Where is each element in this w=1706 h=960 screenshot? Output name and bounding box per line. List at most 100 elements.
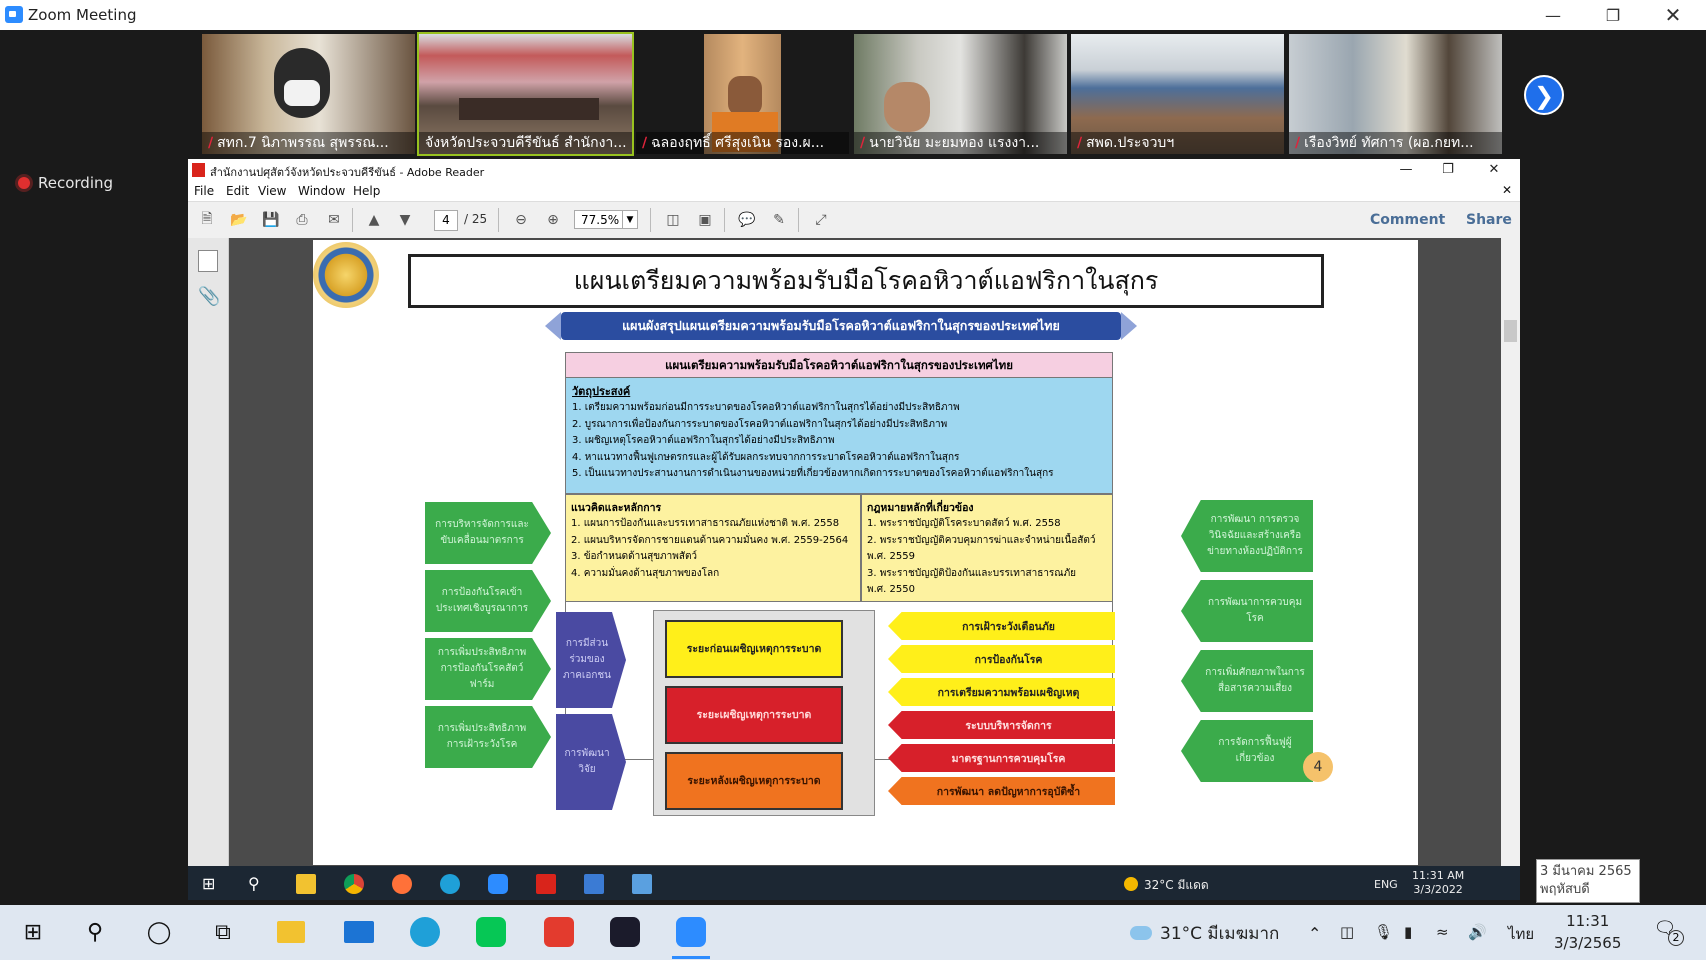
pages-panel-icon[interactable] xyxy=(198,250,218,272)
next-page-icon[interactable]: ▼ xyxy=(394,210,416,230)
reader-minimize-icon[interactable]: — xyxy=(1386,159,1426,181)
previous-page-icon[interactable]: ▲ xyxy=(363,210,385,230)
fit-width-icon[interactable]: ◫ xyxy=(662,210,684,230)
shared-screen-taskbar xyxy=(188,866,1520,900)
inner-clock: 11:31 AM 3/3/2022 xyxy=(1412,869,1465,896)
measure-arrow: การเฝ้าระวังเตือนภัย xyxy=(888,612,1115,640)
menu-file[interactable]: File xyxy=(194,184,214,198)
navigation-pane: 📎 xyxy=(188,238,229,866)
share-button[interactable]: Share xyxy=(1466,212,1512,228)
print-icon[interactable]: ⎙ xyxy=(291,210,313,230)
vertical-scrollbar[interactable] xyxy=(1501,238,1520,866)
menu-help[interactable]: Help xyxy=(353,184,380,198)
law-item: 1. พระราชบัญญัติโรคระบาดสัตว์ พ.ศ. 2558 xyxy=(867,518,1061,529)
photos-icon xyxy=(632,874,652,894)
system-clock[interactable]: 11:31 3/3/2565 xyxy=(1554,910,1621,954)
menu-window[interactable]: Window xyxy=(298,184,345,198)
objectives-title: วัตถุประสงค์ xyxy=(572,385,631,398)
concept-item: 3. ข้อกำหนดด้านสุขภาพสัตว์ xyxy=(571,551,698,562)
line-app-button[interactable] xyxy=(472,913,510,951)
microphone-icon[interactable]: 🎙 xyxy=(1374,923,1393,941)
objective-item: 5. เป็นแนวทางประสานงานการดำเนินงานของหน่… xyxy=(572,468,1054,479)
window-title: Zoom Meeting xyxy=(28,6,137,24)
battery-icon[interactable]: ▮ xyxy=(1404,923,1412,941)
strategy-arrow-left: การป้องกันโรคเข้าประเทศเชิงบูรณาการ xyxy=(425,570,551,632)
recording-label: Recording xyxy=(38,174,114,192)
strategy-arrow-left: การเพิ่มประสิทธิภาพการป้องกันโรคสัตว์ฟาร… xyxy=(425,638,551,700)
webex-button[interactable] xyxy=(606,913,644,951)
participant-face xyxy=(728,76,762,116)
strategy-arrow-right: การพัฒนาการควบคุมโรค xyxy=(1181,580,1313,642)
wps-office-button[interactable] xyxy=(540,913,578,951)
zoom-taskbar-button[interactable] xyxy=(672,913,710,951)
laws-section: กฎหมายหลักที่เกี่ยวข้อง 1. พระราชบัญญัติ… xyxy=(861,494,1113,602)
open-icon[interactable]: 📂 xyxy=(228,210,250,230)
notification-center-icon[interactable]: 🗨 2 xyxy=(1650,918,1684,946)
file-explorer-button[interactable] xyxy=(272,913,310,951)
menu-view[interactable]: View xyxy=(258,184,286,198)
reader-restore-icon[interactable]: ❐ xyxy=(1428,159,1468,181)
date-tooltip: 3 มีนาคม 2565 พฤหัสบดี xyxy=(1536,859,1640,903)
next-page-arrow-icon[interactable]: ❯ xyxy=(1524,75,1564,115)
fit-page-icon[interactable]: ▣ xyxy=(694,210,716,230)
task-view-icon[interactable]: ⧉ xyxy=(204,913,242,951)
attachments-icon[interactable]: 📎 xyxy=(198,286,220,307)
pdf-icon xyxy=(192,163,205,177)
participant-video-3[interactable]: ∕ ฉลองฤทธิ์ ศรีสุงเนิน รอง.ผ... xyxy=(636,34,849,154)
phase-before-outbreak: ระยะก่อนเผชิญเหตุการระบาด xyxy=(665,620,843,678)
close-icon[interactable]: ✕ xyxy=(1650,0,1696,30)
minimize-icon[interactable]: — xyxy=(1530,0,1576,30)
participant-video-6[interactable]: ∕ เรืองวิทย์ ทัศการ (ผอ.กยท... xyxy=(1289,34,1502,154)
meeting-table xyxy=(459,98,599,120)
edge-icon xyxy=(440,874,460,894)
windows-taskbar xyxy=(0,905,1706,960)
reader-close-icon[interactable]: ✕ xyxy=(1474,159,1514,181)
participant-video-2[interactable]: จังหวัดประจวบคีรีขันธ์ สำนักงา... xyxy=(417,32,634,156)
search-button[interactable]: ⚲ xyxy=(76,913,114,951)
restore-icon[interactable]: ❐ xyxy=(1590,0,1636,30)
page-total: / 25 xyxy=(464,212,488,226)
concept-item: 4. ความมั่นคงด้านสุขภาพของโลก xyxy=(571,567,720,579)
cortana-icon[interactable]: ◯ xyxy=(140,913,178,951)
participant-video-5[interactable]: ∕ สพด.ประจวบฯ xyxy=(1071,34,1284,154)
volume-icon[interactable]: 🔊 xyxy=(1468,923,1487,941)
pdf-page: แผนเตรียมความพร้อมรับมือโรคอหิวาต์แอฟริก… xyxy=(313,240,1418,865)
fullscreen-icon[interactable]: ⤢ xyxy=(810,210,832,230)
sun-icon xyxy=(1124,877,1138,891)
page-number-input[interactable]: 4 xyxy=(434,210,458,231)
strategy-arrow-right: การจัดการฟื้นฟูผู้เกี่ยวข้อง xyxy=(1181,720,1313,782)
wifi-icon[interactable]: ≈ xyxy=(1436,923,1449,941)
menu-edit[interactable]: Edit xyxy=(226,184,249,198)
language-indicator[interactable]: ไทย xyxy=(1508,922,1534,946)
participant-video-4[interactable]: ∕ นายวินัย มะยมทอง แรงงา... xyxy=(854,34,1067,154)
scrollbar-thumb[interactable] xyxy=(1504,320,1517,342)
mail-button[interactable] xyxy=(340,913,378,951)
strategy-arrow-left: การเพิ่มประสิทธิภาพการเฝ้าระวังโรค xyxy=(425,706,551,768)
zoom-in-icon[interactable]: ⊕ xyxy=(542,210,564,230)
law-item: 3. พระราชบัญญัติป้องกันและบรรเทาสาธารณภั… xyxy=(867,567,1077,579)
close-document-icon[interactable]: ✕ xyxy=(1502,183,1512,197)
strategy-arrow-left: การบริหารจัดการและขับเคลื่อนมาตรการ xyxy=(425,502,551,564)
app-window-icon xyxy=(584,874,604,894)
weather-widget: 32°C มีแดด xyxy=(1124,876,1209,895)
chevron-up-icon[interactable]: ⌃ xyxy=(1308,924,1321,943)
objective-item: 3. เผชิญเหตุโรคอหิวาต์แอฟริกาในสุกรได้อย… xyxy=(572,435,835,446)
measure-arrow: การป้องกันโรค xyxy=(888,645,1115,673)
cloud-icon xyxy=(1130,926,1152,940)
edge-button[interactable] xyxy=(406,913,444,951)
email-icon[interactable]: ✉ xyxy=(323,210,345,230)
create-pdf-icon[interactable]: 🗎 xyxy=(196,210,218,230)
windows-start-button[interactable]: ⊞ xyxy=(14,913,52,951)
participant-video-1[interactable]: ∕ สทก.7 นิภาพรรณ สุพรรณ... xyxy=(202,34,415,154)
zoom-level-field[interactable]: 77.5% xyxy=(574,210,624,229)
sticky-note-icon[interactable]: 💬 xyxy=(736,210,758,230)
device-icon[interactable]: ◫ xyxy=(1340,923,1354,941)
weather-widget-outer[interactable]: 31°C มีเมฆมาก xyxy=(1130,920,1279,947)
law-item: 2. พระราชบัญญัติควบคุมการฆ่าและจำหน่ายเน… xyxy=(867,534,1096,546)
zoom-icon xyxy=(488,874,508,894)
highlight-icon[interactable]: ✎ xyxy=(768,210,790,230)
zoom-dropdown-icon[interactable]: ▼ xyxy=(622,210,638,229)
comment-button[interactable]: Comment xyxy=(1370,212,1445,228)
zoom-out-icon[interactable]: ⊖ xyxy=(510,210,532,230)
save-icon[interactable]: 💾 xyxy=(260,210,282,230)
